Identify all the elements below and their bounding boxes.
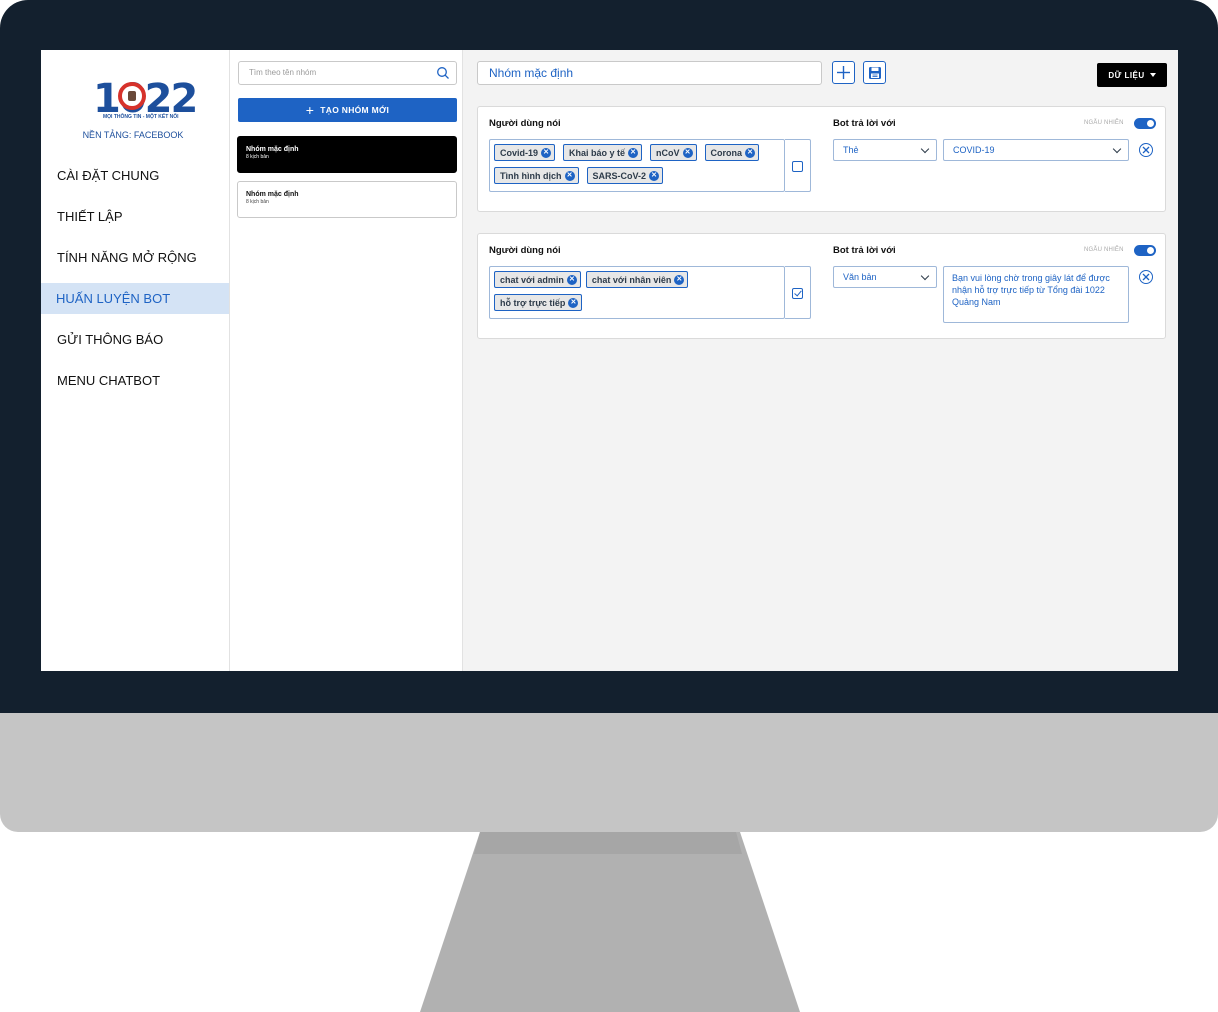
remove-tag-icon[interactable]: ✕ — [566, 274, 577, 285]
remove-tag-icon[interactable]: ✕ — [649, 170, 660, 181]
reply-type-select[interactable]: Thẻ — [833, 139, 937, 161]
plus-icon — [837, 66, 850, 79]
phrase-tag-label: SARS-CoV-2 — [592, 170, 647, 181]
rule-card: Người dùng nói Bot trả lời với NGẪU NHIÊ… — [477, 106, 1166, 212]
plus-icon: + — [305, 102, 315, 118]
user-says-label: Người dùng nói — [489, 118, 561, 129]
bot-reply-label: Bot trả lời với — [833, 245, 896, 256]
user-phrases-box[interactable]: Covid-19 ✕ Khai báo y tế ✕ nCoV ✕ Corona ✕ T… — [489, 139, 785, 192]
sidebar-item-train-bot[interactable]: HUẤN LUYỆN BOT — [41, 283, 229, 314]
reply-type-select[interactable]: Văn bản — [833, 266, 937, 288]
reply-text-area[interactable]: Bạn vui lòng chờ trong giây lát để được … — [943, 266, 1129, 323]
reply-value-select[interactable]: COVID-19 — [943, 139, 1129, 161]
caret-down-icon — [1149, 73, 1156, 77]
phrase-tag: chat với admin ✕ — [494, 271, 581, 288]
sidebar-item-setup[interactable]: THIẾT LẬP — [41, 201, 229, 232]
create-group-button[interactable]: + TẠO NHÓM MỚI — [238, 98, 457, 122]
remove-tag-icon[interactable]: ✕ — [568, 297, 579, 308]
phrase-tag-label: chat với admin — [500, 274, 564, 285]
main-panel: Nhóm mặc định DỮ LIỆU Người dùng nói Bot… — [463, 50, 1178, 671]
remove-rule-button[interactable] — [1139, 143, 1153, 157]
sidebar-item-general-settings[interactable]: CÀI ĐẶT CHUNG — [41, 160, 229, 191]
sidebar-nav: CÀI ĐẶT CHUNG THIẾT LẬP TÍNH NĂNG MỞ RỘN… — [41, 160, 229, 406]
remove-tag-icon[interactable]: ✕ — [682, 147, 693, 158]
monitor-stand — [420, 832, 800, 1012]
user-phrases-box[interactable]: chat với admin ✕ chat với nhân viên ✕ hỗ t… — [489, 266, 785, 319]
phrase-tag: Khai báo y tế ✕ — [563, 144, 643, 161]
sidebar-item-chatbot-menu[interactable]: MENU CHATBOT — [41, 365, 229, 396]
phrase-tag: Corona ✕ — [704, 144, 760, 161]
random-label: NGẪU NHIÊN — [1084, 247, 1124, 253]
sidebar: 1022 MỌI THÔNG TIN - MỘT KẾT NỐI NỀN TẢN… — [41, 50, 230, 671]
group-title-input[interactable]: Nhóm mặc định — [477, 61, 822, 85]
random-label: NGẪU NHIÊN — [1084, 120, 1124, 126]
sidebar-item-extensions[interactable]: TÍNH NĂNG MỞ RỘNG — [41, 242, 229, 273]
phrase-tag: nCoV ✕ — [650, 144, 697, 161]
chevron-down-icon — [920, 144, 930, 154]
logo-slogan: MỌI THÔNG TIN - MỘT KẾT NỐI — [103, 114, 179, 120]
data-button-label: DỮ LIỆU — [1108, 70, 1145, 80]
phrase-tag: chat với nhân viên ✕ — [585, 271, 689, 288]
close-icon — [1142, 146, 1150, 154]
phrase-tag: Tình hình dịch ✕ — [494, 167, 579, 184]
rule-check-cell — [785, 139, 811, 192]
chevron-down-icon — [920, 271, 930, 281]
group-name: Nhóm mặc định — [246, 191, 299, 198]
remove-tag-icon[interactable]: ✕ — [674, 274, 685, 285]
monitor-stand-shadow — [474, 832, 742, 854]
remove-tag-icon[interactable]: ✕ — [745, 147, 756, 158]
reply-value: COVID-19 — [953, 145, 995, 155]
phrase-tag-label: Covid-19 — [500, 147, 539, 158]
monitor-chin — [0, 713, 1218, 832]
search-icon[interactable] — [436, 66, 450, 80]
group-search-placeholder: Tìm theo tên nhóm — [249, 68, 317, 77]
group-card[interactable]: Nhóm mặc định 8 kịch bản — [237, 181, 457, 218]
data-dropdown-button[interactable]: DỮ LIỆU — [1097, 63, 1167, 87]
random-toggle[interactable] — [1134, 118, 1156, 129]
remove-tag-icon[interactable]: ✕ — [564, 170, 575, 181]
remove-rule-button[interactable] — [1139, 270, 1153, 284]
group-script-count: 8 kịch bản — [246, 154, 269, 160]
group-panel: Tìm theo tên nhóm + TẠO NHÓM MỚI Nhóm mặ… — [230, 50, 463, 671]
sidebar-item-send-notification[interactable]: GỬI THÔNG BÁO — [41, 324, 229, 355]
remove-tag-icon[interactable]: ✕ — [541, 147, 552, 158]
phrase-tag-label: Khai báo y tế — [569, 147, 626, 158]
group-card-selected[interactable]: Nhóm mặc định 8 kịch bản — [237, 136, 457, 173]
save-button[interactable] — [863, 61, 886, 84]
phrase-tag: Covid-19 ✕ — [494, 144, 556, 161]
phrase-tag-label: Corona — [710, 147, 743, 158]
close-icon — [1142, 273, 1150, 281]
remove-tag-icon[interactable]: ✕ — [628, 147, 639, 158]
chevron-down-icon — [1112, 144, 1122, 154]
phrase-tag-label: hỗ trợ trực tiếp — [500, 297, 566, 308]
logo: 1022 MỌI THÔNG TIN - MỘT KẾT NỐI — [73, 74, 209, 126]
phrase-tag: SARS-CoV-2 ✕ — [586, 167, 664, 184]
bot-reply-label: Bot trả lời với — [833, 118, 896, 129]
group-search-input[interactable]: Tìm theo tên nhóm — [238, 61, 457, 85]
phrase-tag-label: Tình hình dịch — [500, 170, 562, 181]
group-script-count: 8 kịch bản — [246, 199, 269, 205]
phrase-tag-label: chat với nhân viên — [591, 274, 672, 285]
reply-type-value: Văn bản — [843, 272, 877, 282]
user-says-label: Người dùng nói — [489, 245, 561, 256]
add-rule-button[interactable] — [832, 61, 855, 84]
logo-emblem-icon — [118, 82, 146, 110]
rule-checkbox[interactable] — [792, 161, 803, 172]
create-group-label: TẠO NHÓM MỚI — [320, 105, 390, 115]
random-toggle[interactable] — [1134, 245, 1156, 256]
rule-checkbox[interactable] — [792, 288, 803, 299]
save-icon — [868, 66, 881, 79]
rule-check-cell — [785, 266, 811, 319]
phrase-tag: hỗ trợ trực tiếp ✕ — [494, 294, 583, 311]
rule-card: Người dùng nói Bot trả lời với NGẪU NHIÊ… — [477, 233, 1166, 339]
reply-type-value: Thẻ — [843, 145, 859, 155]
phrase-tag-label: nCoV — [656, 147, 680, 158]
platform-label: NỀN TẢNG: FACEBOOK — [82, 130, 184, 140]
app-screen: 1022 MỌI THÔNG TIN - MỘT KẾT NỐI NỀN TẢN… — [41, 50, 1178, 671]
group-name: Nhóm mặc định — [246, 146, 299, 153]
